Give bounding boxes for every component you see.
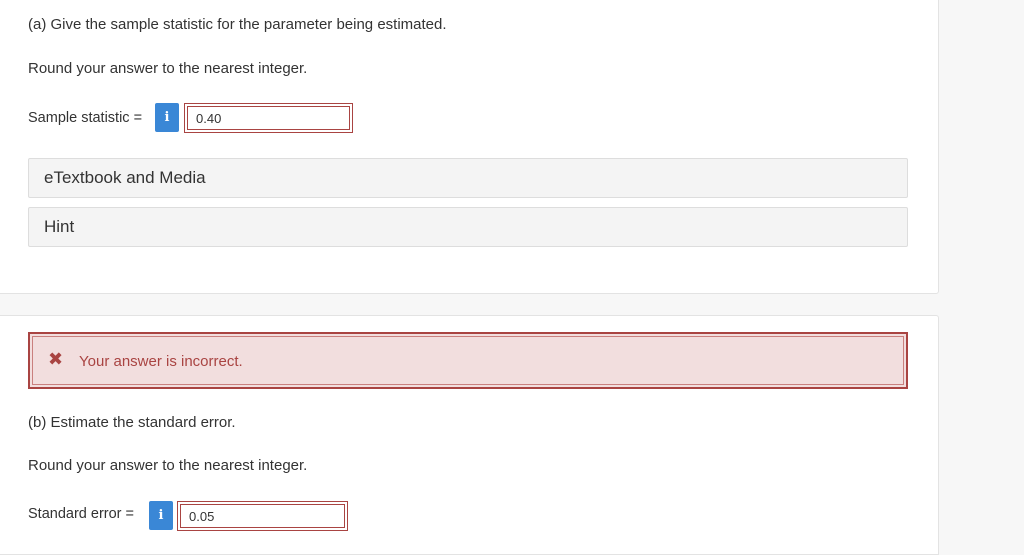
incorrect-answer-alert: ✖ Your answer is incorrect. xyxy=(28,332,908,389)
standard-error-answer-box xyxy=(177,501,348,531)
info-icon[interactable]: i xyxy=(149,501,173,530)
instruction-b-text: Round your answer to the nearest integer… xyxy=(28,457,308,474)
error-x-icon: ✖ xyxy=(48,349,64,370)
alert-message: Your answer is incorrect. xyxy=(79,353,243,370)
sample-statistic-input[interactable] xyxy=(187,106,350,130)
standard-error-input[interactable] xyxy=(180,504,345,528)
question-a-text: (a) Give the sample statistic for the pa… xyxy=(28,16,447,33)
hint-panel[interactable]: Hint xyxy=(28,207,908,247)
standard-error-label: Standard error = xyxy=(28,506,134,522)
question-b-text: (b) Estimate the standard error. xyxy=(28,414,236,431)
etextbook-media-panel[interactable]: eTextbook and Media xyxy=(28,158,908,198)
question-card-b: ✖ Your answer is incorrect. (b) Estimate… xyxy=(0,315,939,555)
instruction-a-text: Round your answer to the nearest integer… xyxy=(28,60,308,77)
sample-statistic-label: Sample statistic = xyxy=(28,110,143,126)
info-icon[interactable]: i xyxy=(155,103,179,132)
question-card-a: (a) Give the sample statistic for the pa… xyxy=(0,0,939,294)
sample-statistic-answer-box xyxy=(184,103,353,133)
